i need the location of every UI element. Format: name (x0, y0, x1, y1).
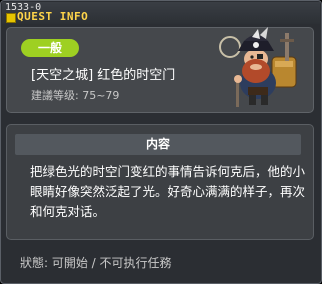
category-badge: 一般 (21, 39, 79, 57)
content-line: 眼睛好像突然泛起了光。好奇心满满的样子，再次 (30, 184, 306, 199)
quest-info-icon (6, 13, 16, 23)
recommended-level: 建議等级: 75~79 (31, 89, 120, 102)
content-line: 把绿色光的时空门变红的事情告诉何克后，他的小 (30, 164, 306, 179)
window-title: QUEST INFO (17, 10, 89, 23)
content-header: 内容 (15, 134, 301, 155)
quest-name: [天空之城] 红色的时空门 (31, 68, 176, 83)
content-line: 和何克对话。 (30, 204, 106, 219)
npc-portrait (212, 27, 312, 109)
title-bar[interactable]: 1533-0 QUEST INFO (2, 2, 320, 24)
npc-pirate-icon (219, 27, 297, 107)
quest-status: 狀態: 可開始 / 不可执行任務 (20, 256, 172, 270)
content-body: 把绿色光的时空门变红的事情告诉何克后，他的小 眼睛好像突然泛起了光。好奇心满满的… (30, 162, 312, 222)
